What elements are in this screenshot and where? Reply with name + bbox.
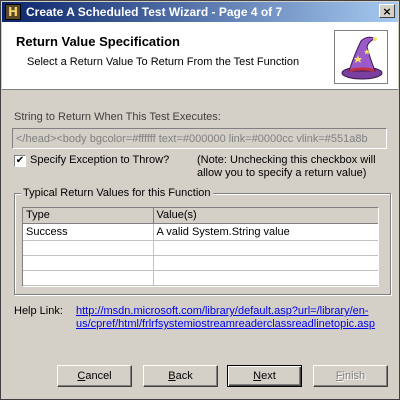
- table-cell: [153, 240, 378, 256]
- table-cell: A valid System.String value: [153, 223, 378, 241]
- table-row[interactable]: Success A valid System.String value: [23, 223, 378, 241]
- title-bar[interactable]: H Create A Scheduled Test Wizard - Page …: [2, 2, 398, 22]
- finish-mnemonic: F: [335, 370, 343, 382]
- column-header-type[interactable]: Type: [23, 208, 154, 224]
- table-row[interactable]: [23, 270, 378, 286]
- exception-note-line2: allow you to specify a return value): [197, 167, 367, 179]
- return-string-label: String to Return When This Test Executes…: [14, 111, 221, 123]
- specify-exception-checkbox[interactable]: ✔: [14, 155, 26, 167]
- finish-label: inish: [342, 370, 366, 382]
- table-row[interactable]: [23, 255, 378, 271]
- wizard-hat-icon: [334, 30, 388, 84]
- table-cell: [153, 255, 378, 271]
- close-icon[interactable]: ×: [379, 4, 395, 18]
- page-subtitle: Select a Return Value To Return From the…: [27, 56, 300, 68]
- back-label: ack: [175, 370, 193, 382]
- table-row[interactable]: [23, 240, 378, 256]
- table-cell: Success: [23, 223, 154, 241]
- window-title: Create A Scheduled Test Wizard - Page 4 …: [26, 5, 283, 19]
- next-button[interactable]: Next: [227, 365, 302, 387]
- next-label: ext: [261, 370, 276, 382]
- help-link-line2[interactable]: us/cpref/html/frlrfsystemiostreamreaderc…: [76, 318, 391, 331]
- finish-button: Finish: [313, 365, 388, 387]
- table-cell: [23, 270, 154, 286]
- exception-note-line1: (Note: Unchecking this checkbox will: [197, 154, 376, 166]
- table-cell: [23, 240, 154, 256]
- help-link-label: Help Link:: [14, 305, 63, 317]
- column-header-values[interactable]: Value(s): [153, 208, 378, 224]
- cancel-button[interactable]: Cancel: [57, 365, 132, 387]
- wizard-header: Return Value Specification Select a Retu…: [2, 22, 398, 90]
- next-mnemonic: N: [253, 370, 262, 382]
- typical-values-table[interactable]: Type Value(s) Success A valid System.Str…: [22, 207, 379, 287]
- app-icon: H: [5, 4, 21, 20]
- return-string-field[interactable]: [12, 128, 387, 149]
- table-header-row: Type Value(s): [23, 208, 378, 224]
- help-link-line1[interactable]: http://msdn.microsoft.com/library/defaul…: [76, 305, 391, 318]
- help-link[interactable]: http://msdn.microsoft.com/library/defaul…: [76, 305, 391, 331]
- wizard-window: H Create A Scheduled Test Wizard - Page …: [0, 0, 400, 400]
- cancel-mnemonic: C: [77, 370, 86, 382]
- back-button[interactable]: Back: [143, 365, 218, 387]
- back-mnemonic: B: [168, 370, 176, 382]
- table-cell: [23, 255, 154, 271]
- page-title: Return Value Specification: [16, 34, 180, 49]
- specify-exception-label[interactable]: Specify Exception to Throw?: [30, 154, 169, 166]
- table-cell: [153, 270, 378, 286]
- typical-values-legend: Typical Return Values for this Function: [21, 187, 213, 199]
- cancel-label: ancel: [85, 370, 112, 382]
- return-string-input[interactable]: [13, 129, 386, 148]
